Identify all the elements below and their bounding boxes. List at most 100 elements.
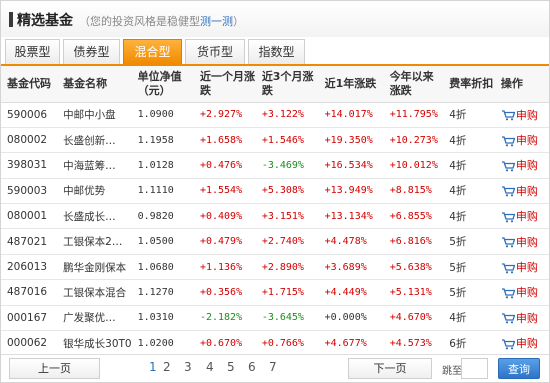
buy-action[interactable]: 申购 (494, 228, 549, 255)
col-header-code: 基金代码 (1, 66, 58, 103)
buy-link[interactable]: 申购 (516, 134, 538, 147)
buy-link[interactable]: 申购 (516, 312, 538, 325)
fund-name[interactable]: 中邮中小盘 (57, 102, 132, 128)
fund-name[interactable]: 长盛创新… (57, 127, 132, 154)
col-header-3m[interactable]: 近3个月涨跌 (255, 66, 319, 103)
change-1y: +13.949% (318, 178, 384, 205)
jump-page-input[interactable] (461, 358, 488, 379)
fund-name[interactable]: 工银保本2… (57, 228, 132, 255)
buy-action[interactable]: 申购 (494, 178, 549, 205)
fee-discount: 5折 (443, 279, 495, 306)
page-7-link[interactable]: 7 (269, 360, 277, 374)
fee-discount: 6折 (443, 330, 495, 357)
buy-action[interactable]: 申购 (494, 203, 549, 230)
fund-name[interactable]: 长盛成长… (57, 203, 132, 230)
subtitle-prefix: （您的投资风格是稳健型 (79, 15, 200, 28)
page-3-link[interactable]: 3 (184, 360, 192, 374)
fund-name[interactable]: 工银保本混合 (57, 279, 132, 306)
buy-action[interactable]: 申购 (494, 127, 549, 154)
buy-link[interactable]: 申购 (516, 159, 538, 172)
fee-discount: 4折 (443, 152, 495, 179)
fund-name[interactable]: 银华成长30T0 (57, 330, 132, 357)
risk-test-link[interactable]: 测一测 (200, 15, 233, 28)
page-2-link[interactable]: 2 (163, 360, 171, 374)
change-3m: +0.766% (255, 330, 319, 357)
page-1-link[interactable]: 1 (149, 360, 157, 374)
table-row: 000062 银华成长30T0 1.0200 +0.670% +0.766% +4.677… (1, 330, 549, 357)
page-4-link[interactable]: 4 (206, 360, 214, 374)
cart-icon[interactable] (501, 160, 516, 172)
buy-link[interactable]: 申购 (516, 185, 538, 198)
fund-nav: 1.0128 (131, 152, 194, 179)
tab-money[interactable]: 货币型 (185, 39, 245, 64)
cart-icon[interactable] (501, 262, 516, 274)
table-row: 487016 工银保本混合 1.1270 +0.356% +1.715% +4.449% +… (1, 279, 549, 306)
buy-link[interactable]: 申购 (516, 236, 538, 249)
buy-action[interactable]: 申购 (494, 305, 549, 332)
fee-discount: 4折 (443, 102, 495, 128)
buy-link[interactable]: 申购 (516, 286, 538, 299)
tab-stock[interactable]: 股票型 (5, 39, 60, 64)
cart-icon[interactable] (501, 313, 516, 325)
fund-nav: 1.0500 (131, 228, 194, 255)
col-header-nav[interactable]: 单位净值（元） (131, 66, 194, 103)
fund-name[interactable]: 鹏华金刚保本 (57, 254, 132, 281)
fee-discount: 4折 (443, 178, 495, 205)
page-6-link[interactable]: 6 (248, 360, 256, 374)
cart-icon[interactable] (501, 110, 516, 122)
cart-icon[interactable] (501, 211, 516, 223)
table-row: 080001 长盛成长… 0.9820 +0.409% +3.151% +13.134% +… (1, 203, 549, 230)
change-3m: +1.715% (255, 279, 319, 306)
cart-icon[interactable] (501, 338, 516, 350)
buy-link[interactable]: 申购 (516, 337, 538, 350)
change-3m: +3.151% (255, 203, 319, 230)
fund-nav: 1.1270 (131, 279, 194, 306)
buy-action[interactable]: 申购 (494, 102, 549, 128)
change-1m: +0.409% (193, 203, 256, 230)
buy-action[interactable]: 申购 (494, 254, 549, 281)
fund-code: 590003 (1, 178, 58, 205)
change-3m: -3.469% (255, 152, 319, 179)
panel-header: 精选基金 （您的投资风格是稳健型测一测） (1, 1, 549, 37)
fund-name[interactable]: 中海蓝筹… (57, 152, 132, 179)
buy-link[interactable]: 申购 (516, 210, 538, 223)
panel-title: 精选基金 (17, 13, 73, 29)
fee-discount: 4折 (443, 127, 495, 154)
tab-hybrid[interactable]: 混合型 (123, 39, 182, 64)
cart-icon[interactable] (501, 237, 516, 249)
change-3m: +3.122% (255, 102, 319, 128)
col-header-1y[interactable]: 近1年涨跌 (318, 66, 384, 103)
page-5-link[interactable]: 5 (227, 360, 235, 374)
fee-discount: 5折 (443, 228, 495, 255)
cart-icon[interactable] (501, 287, 516, 299)
next-page-button[interactable]: 下一页 (348, 358, 432, 379)
change-1y: +19.350% (318, 127, 384, 154)
buy-action[interactable]: 申购 (494, 279, 549, 306)
fund-code: 398031 (1, 152, 58, 179)
fund-name[interactable]: 中邮优势 (57, 178, 132, 205)
change-ytd: +10.273% (383, 127, 444, 154)
change-ytd: +4.573% (383, 330, 444, 357)
table-row: 398031 中海蓝筹… 1.0128 +0.476% -3.469% +16.534% +… (1, 152, 549, 179)
cart-icon[interactable] (501, 135, 516, 147)
prev-page-button[interactable]: 上一页 (9, 358, 100, 379)
change-1m: +0.479% (193, 228, 256, 255)
tab-bond[interactable]: 债券型 (63, 39, 120, 64)
fund-name[interactable]: 广发聚优… (57, 305, 132, 332)
col-header-name: 基金名称 (57, 66, 132, 103)
query-button[interactable]: 查询 (498, 358, 540, 379)
buy-action[interactable]: 申购 (494, 152, 549, 179)
col-header-ytd[interactable]: 今年以来涨跌 (383, 66, 444, 103)
buy-link[interactable]: 申购 (516, 261, 538, 274)
col-header-1m[interactable]: 近一个月涨跌 (193, 66, 256, 103)
change-3m: +2.740% (255, 228, 319, 255)
cart-icon[interactable] (501, 186, 516, 198)
change-1y: +4.478% (318, 228, 384, 255)
buy-link[interactable]: 申购 (516, 109, 538, 122)
tab-index[interactable]: 指数型 (248, 39, 305, 64)
buy-action[interactable]: 申购 (494, 330, 549, 357)
fund-nav: 1.0310 (131, 305, 194, 332)
table-row: 080002 长盛创新… 1.1958 +1.658% +1.546% +19.350% +… (1, 127, 549, 154)
change-ytd: +11.795% (383, 102, 444, 128)
fund-nav: 1.0680 (131, 254, 194, 281)
